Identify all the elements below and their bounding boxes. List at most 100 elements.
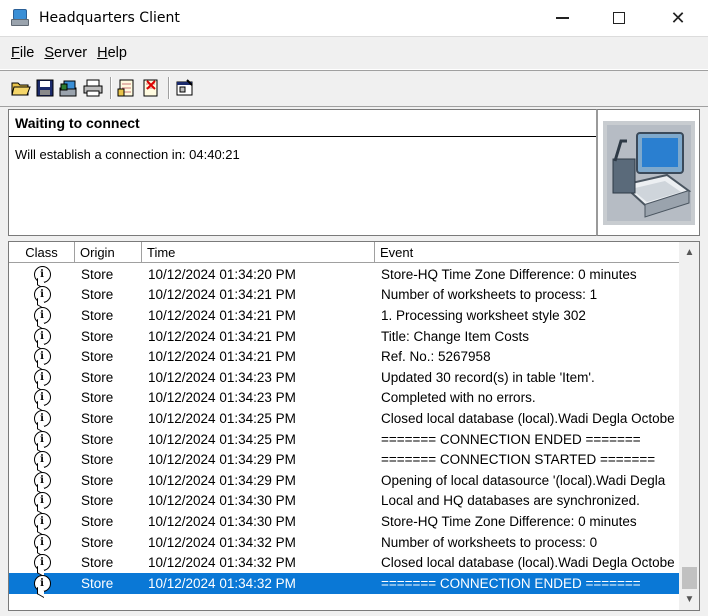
minimize-button[interactable]	[539, 0, 585, 36]
maximize-button[interactable]	[596, 0, 642, 36]
table-row[interactable]: i Store 10/12/2024 01:34:25 PM Closed local…	[9, 408, 679, 429]
info-icon: i	[33, 492, 51, 510]
info-icon: i	[33, 327, 51, 345]
status-message: Will establish a connection in: 04:40:21	[15, 147, 240, 162]
info-icon: i	[33, 286, 51, 304]
save-icon	[36, 79, 54, 97]
menu-bar: File Server Help	[0, 36, 708, 69]
column-header-class[interactable]: Class	[9, 242, 75, 263]
info-icon: i	[33, 430, 51, 448]
table-row[interactable]: i Store 10/12/2024 01:34:20 PM Store-HQ Tim…	[9, 264, 679, 285]
worksheet-icon	[117, 79, 134, 97]
row-class-cell: i	[9, 512, 75, 530]
row-origin-cell: Store	[81, 575, 114, 591]
column-header-origin[interactable]: Origin	[75, 242, 142, 263]
open-folder-icon	[11, 82, 31, 96]
menu-server[interactable]: Server	[43, 43, 88, 63]
table-row[interactable]: i Store 10/12/2024 01:34:21 PM Number of wo…	[9, 285, 679, 306]
row-time-cell: 10/12/2024 01:34:32 PM	[148, 555, 296, 571]
connect-button[interactable]	[58, 77, 80, 99]
event-list[interactable]: Class Origin Time Event i Store 10/12/2024…	[8, 241, 700, 611]
info-icon: i	[33, 451, 51, 469]
table-row[interactable]: i Store 10/12/2024 01:34:32 PM Closed local…	[9, 552, 679, 573]
row-class-cell: i	[9, 327, 75, 345]
app-icon	[11, 8, 31, 28]
toolbar	[0, 69, 708, 107]
row-class-cell: i	[9, 286, 75, 304]
scroll-down-button[interactable]: ▼	[679, 589, 699, 610]
scroll-thumb[interactable]	[682, 567, 697, 589]
row-class-cell: i	[9, 492, 75, 510]
print-button[interactable]	[82, 77, 104, 99]
table-row[interactable]: i Store 10/12/2024 01:34:29 PM ======= CONN…	[9, 449, 679, 470]
row-event-cell: ======= CONNECTION ENDED =======	[381, 431, 641, 447]
info-icon: i	[33, 512, 51, 530]
delete-worksheet-icon	[143, 79, 158, 97]
delete-worksheet-button[interactable]	[140, 77, 162, 99]
table-row[interactable]: i Store 10/12/2024 01:34:32 PM Number of wo…	[9, 532, 679, 553]
row-origin-cell: Store	[81, 493, 114, 509]
row-event-cell: Completed with no errors.	[381, 390, 536, 406]
table-row[interactable]: i Store 10/12/2024 01:34:21 PM Ref. No.: 52…	[9, 346, 679, 367]
column-header-time[interactable]: Time	[142, 242, 375, 263]
table-row[interactable]: i Store 10/12/2024 01:34:23 PM Updated 30 r…	[9, 367, 679, 388]
chevron-down-icon: ▼	[684, 594, 695, 605]
row-event-cell: Closed local database (local).Wadi Degla…	[381, 410, 675, 426]
properties-button[interactable]	[174, 77, 196, 99]
row-class-cell: i	[9, 574, 75, 592]
row-event-cell: Store-HQ Time Zone Difference: 0 minutes	[381, 266, 637, 282]
row-event-cell: Title: Change Item Costs	[381, 328, 530, 344]
table-row[interactable]: i Store 10/12/2024 01:34:25 PM ======= CONN…	[9, 429, 679, 450]
table-row[interactable]: i Store 10/12/2024 01:34:21 PM 1. Processin…	[9, 305, 679, 326]
info-icon: i	[33, 574, 51, 592]
row-class-cell: i	[9, 471, 75, 489]
column-header-event[interactable]: Event	[375, 242, 679, 263]
open-folder-button[interactable]	[10, 77, 32, 99]
menu-file[interactable]: File	[10, 43, 35, 63]
row-class-cell: i	[9, 409, 75, 427]
row-time-cell: 10/12/2024 01:34:23 PM	[148, 369, 296, 385]
list-header: Class Origin Time Event	[9, 242, 679, 263]
row-origin-cell: Store	[81, 534, 114, 550]
toolbar-separator	[110, 77, 112, 99]
scroll-up-button[interactable]: ▲	[679, 242, 699, 263]
table-row[interactable]: i Store 10/12/2024 01:34:29 PM Opening of l…	[9, 470, 679, 491]
row-event-cell: ======= CONNECTION ENDED =======	[381, 575, 641, 591]
list-rows: i Store 10/12/2024 01:34:20 PM Store-HQ Tim…	[9, 264, 679, 594]
row-event-cell: Number of worksheets to process: 1	[381, 287, 598, 303]
status-panel: Waiting to connect Will establish a conn…	[8, 109, 598, 236]
menu-help[interactable]: Help	[96, 43, 128, 63]
row-origin-cell: Store	[81, 390, 114, 406]
table-row[interactable]: i Store 10/12/2024 01:34:30 PM Store-HQ Tim…	[9, 511, 679, 532]
row-time-cell: 10/12/2024 01:34:25 PM	[148, 431, 296, 447]
row-class-cell: i	[9, 430, 75, 448]
worksheet-button[interactable]	[116, 77, 138, 99]
row-event-cell: Closed local database (local).Wadi Degla…	[381, 555, 675, 571]
row-class-cell: i	[9, 451, 75, 469]
row-time-cell: 10/12/2024 01:34:21 PM	[148, 328, 296, 344]
row-origin-cell: Store	[81, 513, 114, 529]
row-origin-cell: Store	[81, 410, 114, 426]
info-icon: i	[33, 554, 51, 572]
row-time-cell: 10/12/2024 01:34:23 PM	[148, 390, 296, 406]
table-row[interactable]: i Store 10/12/2024 01:34:21 PM Title: Chang…	[9, 326, 679, 347]
row-event-cell: Store-HQ Time Zone Difference: 0 minutes	[381, 513, 637, 529]
close-button[interactable]: ✕	[655, 0, 701, 36]
table-row[interactable]: i Store 10/12/2024 01:34:30 PM Local and HQ…	[9, 491, 679, 512]
row-event-cell: Local and HQ databases are synchronized.	[381, 493, 640, 509]
row-time-cell: 10/12/2024 01:34:21 PM	[148, 349, 296, 365]
save-button[interactable]	[34, 77, 56, 99]
properties-icon	[176, 79, 193, 96]
row-origin-cell: Store	[81, 328, 114, 344]
row-class-cell: i	[9, 533, 75, 551]
vertical-scrollbar[interactable]: ▲ ▼	[679, 242, 699, 610]
row-event-cell: Updated 30 record(s) in table 'Item'.	[381, 369, 595, 385]
row-event-cell: Number of worksheets to process: 0	[381, 534, 598, 550]
table-row[interactable]: i Store 10/12/2024 01:34:32 PM ======= CONN…	[9, 572, 679, 594]
info-icon: i	[33, 409, 51, 427]
minimize-icon	[555, 17, 569, 19]
table-row[interactable]: i Store 10/12/2024 01:34:23 PM Completed wi…	[9, 388, 679, 409]
row-event-cell: 1. Processing worksheet style 302	[381, 307, 586, 323]
computer-illustration-icon	[602, 120, 695, 225]
row-origin-cell: Store	[81, 307, 114, 323]
